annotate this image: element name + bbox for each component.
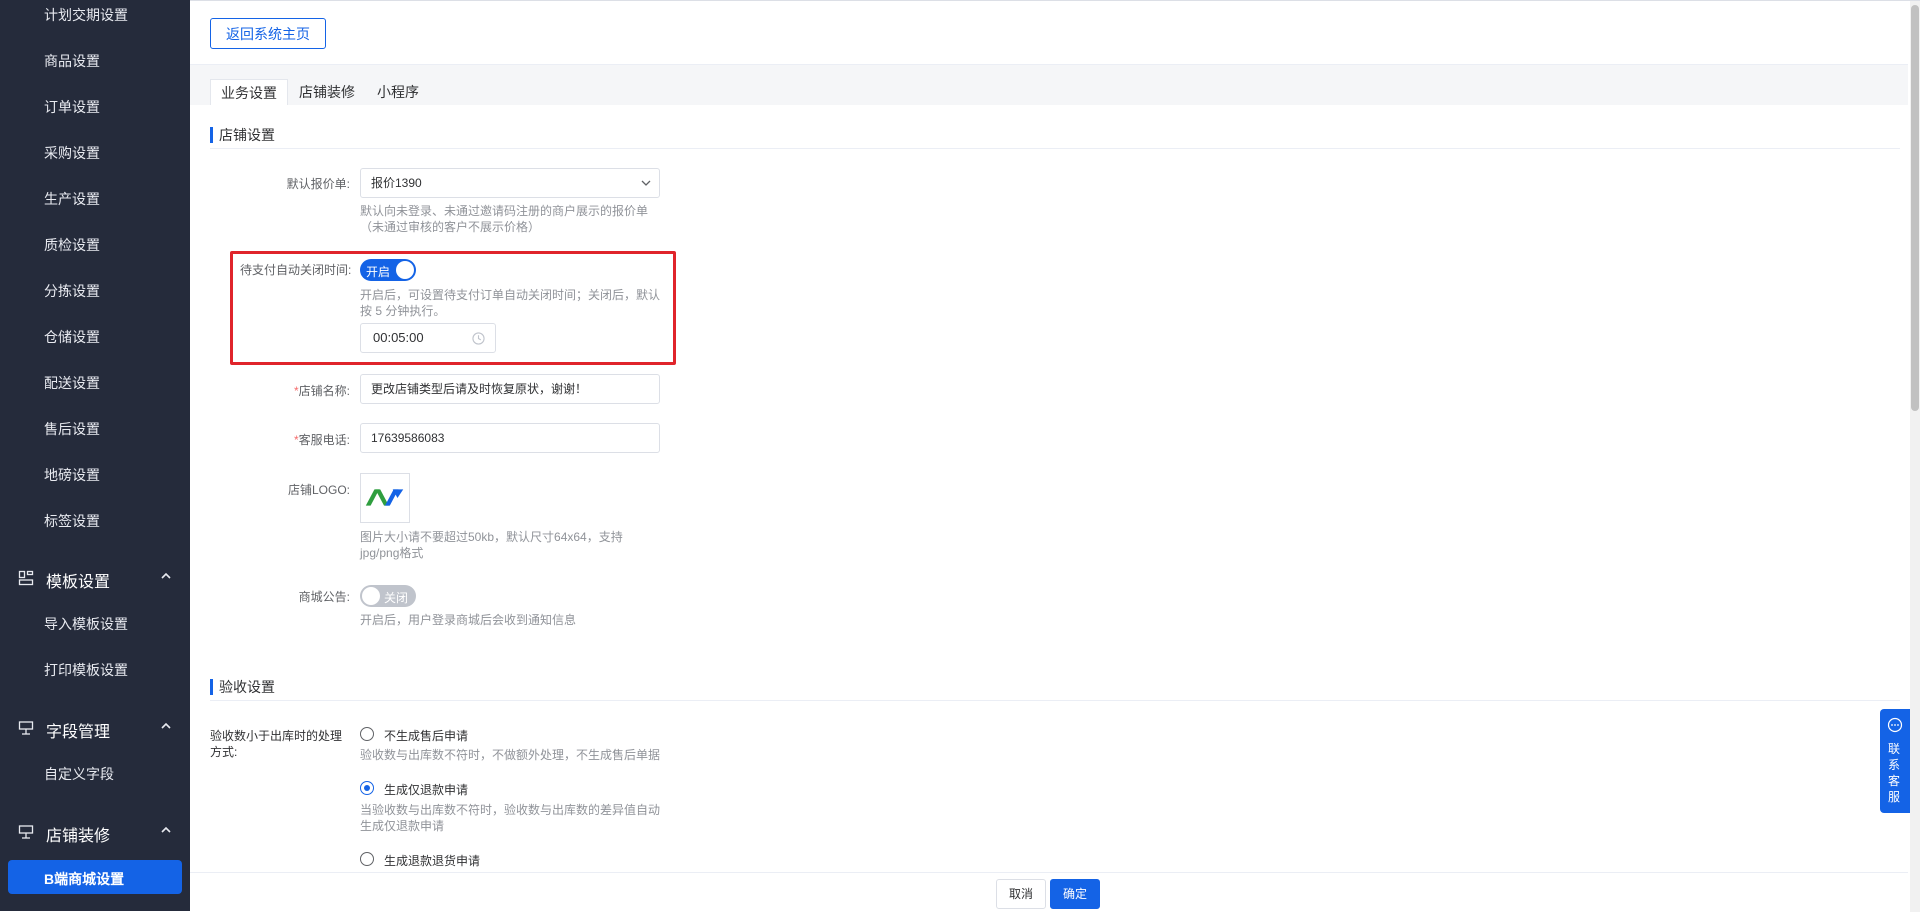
tab-miniprogram[interactable]: 小程序 [367,79,429,105]
sidebar-group-label: 模板设置 [46,574,111,591]
customer-service-label: 联系客服 [1888,742,1901,804]
radio-label: 生成仅退款申请 [384,783,469,797]
shop-name-label: *店铺名称: [210,382,350,399]
auto-close-label: 待支付自动关闭时间: [240,263,352,277]
section-title-accept: 验收设置 [210,679,275,695]
default-quote-label: 默认报价单: [286,177,350,191]
shop-name-input[interactable]: 更改店铺类型后请及时恢复原状，谢谢！ [360,374,660,404]
decorate-icon [18,825,34,839]
toggle-label: 关闭 [384,591,409,605]
accept-option-refund-hint-2: 生成仅退款申请 [360,819,445,833]
sidebar-group-label: 字段管理 [46,724,111,741]
sidebar-item-b-mall[interactable]: B端商城设置 [8,860,182,894]
sidebar-item-label[interactable]: 标签设置 [44,511,100,531]
default-quote-hint: 默认向未登录、未通过邀请码注册的商户展示的报价单 [360,204,649,218]
footer-bar: 取消 确定 [190,872,1908,912]
logo-hint: 图片大小请不要超过50kb，默认尺寸64x64，支持 [360,530,623,544]
accept-method-label-2: 方式: [210,745,238,759]
sidebar-item-order[interactable]: 订单设置 [44,97,100,117]
section-divider [210,700,1900,701]
section-divider [210,148,1900,149]
notice-toggle[interactable]: 关闭 [360,585,416,607]
sidebar-item-import-template[interactable]: 导入模板设置 [44,614,128,634]
chevron-down-icon [641,180,651,186]
auto-close-toggle[interactable]: 开启 [360,259,416,281]
notice-hint: 开启后，用户登录商城后会收到通知信息 [360,613,577,627]
radio-button[interactable] [360,781,374,795]
chevron-up-icon [161,572,171,579]
sidebar-item-print-template[interactable]: 打印模板设置 [44,660,128,680]
back-home-button[interactable]: 返回系统主页 [210,18,326,49]
radio-button[interactable] [360,727,374,741]
default-quote-value: 报价1390 [371,176,422,190]
accept-option-none-hint: 验收数与出库数不符时，不做额外处理，不生成售后单据 [360,748,661,762]
scrollbar-thumb[interactable] [1911,5,1919,411]
accept-method-label: 验收数小于出库时的处理 [210,729,343,743]
chevron-up-icon [161,722,171,729]
phone-label: *客服电话: [210,431,350,448]
auto-close-hint: 开启后，可设置待支付订单自动关闭时间；关闭后，默认 [360,288,661,302]
customer-service-button[interactable]: 联系客服 [1880,709,1910,813]
accept-option-refund-hint: 当验收数与出库数不符时，验收数与出库数的差异值自动 [360,803,661,817]
confirm-button[interactable]: 确定 [1050,879,1101,909]
sidebar-item-storage[interactable]: 仓储设置 [44,327,100,347]
chevron-up-icon [161,826,171,833]
phone-label-text: 客服电话: [298,433,350,447]
shop-logo-image [365,489,404,506]
chat-icon [1887,717,1903,733]
sidebar-group-field[interactable]: 字段管理 [0,714,190,742]
main-content: 返回系统主页 业务设置 店铺装修 小程序 店铺设置 默认报价单: 报价1390 … [190,0,1920,912]
sidebar-item-custom-field[interactable]: 自定义字段 [44,764,114,784]
sidebar-item-production[interactable]: 生产设置 [44,189,100,209]
sidebar: 计划交期设置 商品设置 订单设置 采购设置 生产设置 质检设置 分拣设置 仓储设… [0,0,190,911]
shop-name-label-text: 店铺名称: [298,384,350,398]
sidebar-item-quality[interactable]: 质检设置 [44,235,100,255]
section-title-shop: 店铺设置 [210,127,275,143]
auto-close-time-input[interactable]: 00:05:00 [360,323,496,353]
sidebar-group-template[interactable]: 模板设置 [0,564,190,592]
notice-label: 商城公告: [298,590,350,604]
default-quote-hint-2: （未通过审核的客户不展示价格） [360,220,541,234]
sidebar-group-decorate[interactable]: 店铺装修 [0,818,190,846]
auto-close-hint-2: 按 5 分钟执行。 [360,304,446,318]
topbar: 返回系统主页 [190,1,1908,65]
default-quote-select[interactable]: 报价1390 [360,168,660,198]
toggle-knob [396,261,414,279]
radio-label: 生成退款退货申请 [384,854,481,868]
logo-upload[interactable] [360,473,410,523]
time-value: 00:05:00 [373,330,424,345]
sidebar-item-purchase[interactable]: 采购设置 [44,143,100,163]
sidebar-item-scale[interactable]: 地磅设置 [44,465,100,485]
phone-input[interactable]: 17639586083 [360,423,660,453]
field-icon [18,721,34,735]
sidebar-item-delivery-date[interactable]: 计划交期设置 [44,5,128,25]
radio-button[interactable] [360,852,374,866]
clock-icon [472,332,485,345]
toggle-label: 开启 [366,265,391,279]
sidebar-item-after-sale[interactable]: 售后设置 [44,419,100,439]
logo-hint-2: jpg/png格式 [360,546,424,560]
sidebar-item-goods[interactable]: 商品设置 [44,51,100,71]
logo-label: 店铺LOGO: [287,483,350,497]
tab-decorate[interactable]: 店铺装修 [289,79,365,105]
sidebar-group-label: 店铺装修 [46,828,111,845]
sidebar-item-label: B端商城设置 [44,871,125,887]
template-icon [18,570,34,586]
tab-business[interactable]: 业务设置 [210,79,288,105]
toggle-knob [362,587,380,605]
sidebar-item-sorting[interactable]: 分拣设置 [44,281,100,301]
sidebar-item-delivery[interactable]: 配送设置 [44,373,100,393]
radio-label: 不生成售后申请 [384,729,469,743]
tabs-bar: 业务设置 店铺装修 小程序 [190,65,1908,105]
cancel-button[interactable]: 取消 [996,879,1047,909]
